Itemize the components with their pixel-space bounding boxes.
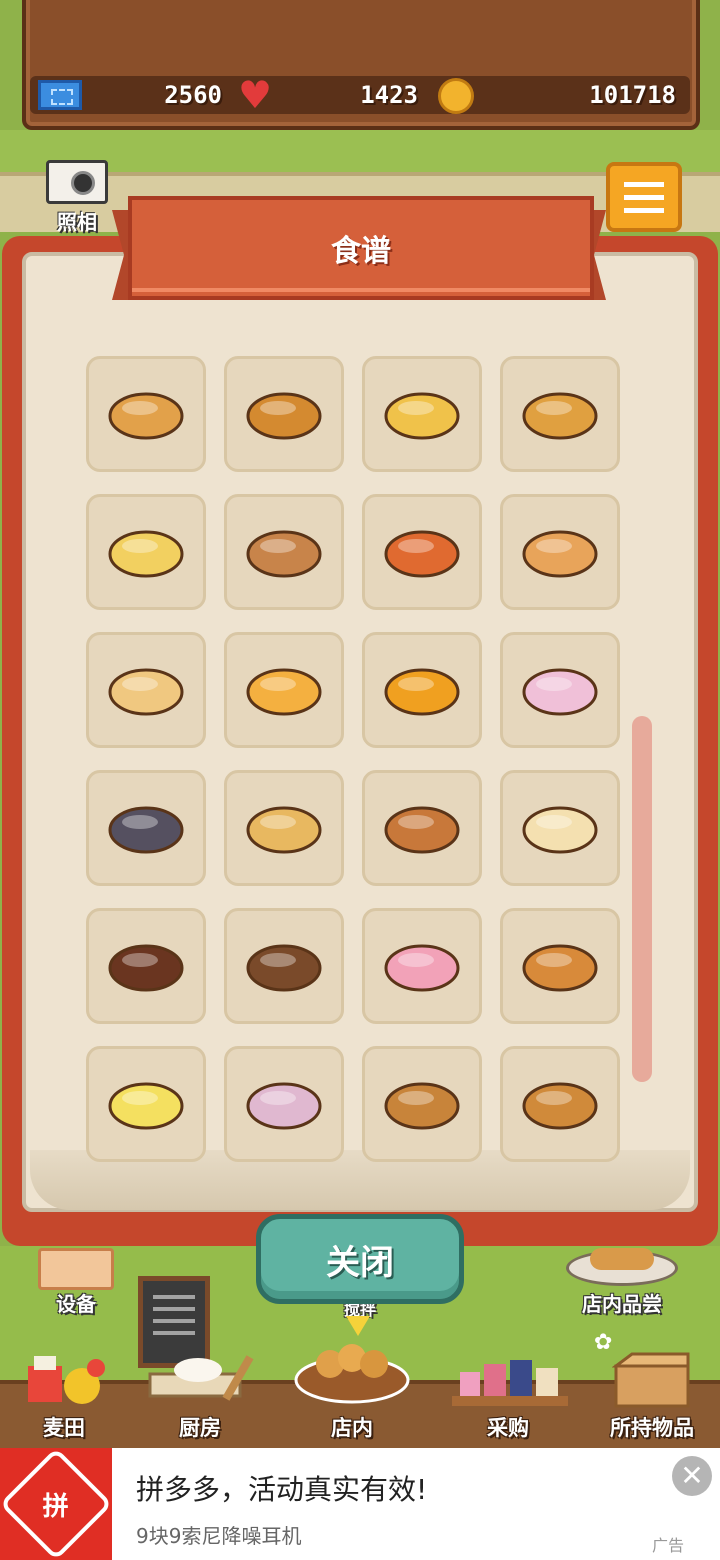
tasting-label[interactable]: 店内品尝 (566, 1288, 678, 1317)
pink-ghost-bun-icon (522, 668, 598, 716)
nav-purchase[interactable]: 采购 (468, 1412, 548, 1442)
recipe-slot[interactable] (362, 908, 482, 1024)
nav-wheat-field[interactable]: 麦田 (24, 1412, 104, 1442)
equipment-icon[interactable] (38, 1248, 114, 1290)
ad-subtitle[interactable]: 9块9索尼降噪耳机 (136, 1520, 301, 1549)
recipe-slot[interactable] (500, 908, 620, 1024)
baguette-icon (246, 392, 322, 440)
recipe-slot[interactable] (224, 1046, 344, 1162)
camera-button[interactable]: 照相 (42, 158, 112, 234)
ad-logo[interactable]: 拼 (0, 1447, 113, 1560)
close-button[interactable]: 关闭 (256, 1214, 464, 1304)
recipe-slot[interactable] (362, 1046, 482, 1162)
cream-pastry-icon (522, 392, 598, 440)
ad-tag: 广告 (652, 1536, 685, 1555)
ad-close-icon[interactable]: ✕ (672, 1456, 712, 1496)
lemon-tart-icon (108, 1082, 184, 1130)
recipe-slot[interactable] (86, 1046, 206, 1162)
reindeer-bun-icon (384, 806, 460, 854)
acorn-bread-icon (384, 1082, 460, 1130)
recipe-slot[interactable] (224, 356, 344, 472)
recipe-slot[interactable] (224, 908, 344, 1024)
cheese-bun-icon (108, 530, 184, 578)
camera-label: 照相 (57, 210, 97, 234)
menu-icon (624, 181, 664, 187)
santa-bun-icon (522, 806, 598, 854)
flower-decoration: ✿ (594, 1330, 613, 1355)
recipe-slot[interactable] (500, 494, 620, 610)
heart-cookie-icon (384, 944, 460, 992)
recipe-slot[interactable] (362, 356, 482, 472)
recipe-slot[interactable] (224, 770, 344, 886)
sandwich-stack-icon (108, 668, 184, 716)
recipe-slot[interactable] (86, 632, 206, 748)
recipe-slot[interactable] (224, 632, 344, 748)
recipe-slot[interactable] (362, 770, 482, 886)
veggie-bread-icon (246, 806, 322, 854)
recipe-slot[interactable] (86, 494, 206, 610)
ad-banner[interactable]: 拼 拼多多，活动真实有效! 9块9索尼降噪耳机 (0, 1447, 720, 1560)
recipe-slot[interactable] (500, 1046, 620, 1162)
equipment-label[interactable]: 设备 (40, 1288, 112, 1317)
pizza-bread-icon (384, 530, 460, 578)
black-cat-bun-icon (108, 806, 184, 854)
chocolate-cake-icon (108, 944, 184, 992)
heart-count: 1423 (360, 81, 418, 109)
nav-kitchen[interactable]: 厨房 (160, 1412, 240, 1442)
ad-logo-text: 拼 (42, 1491, 70, 1522)
rainbow-bread-icon (246, 1082, 322, 1130)
round-loaf-icon (246, 530, 322, 578)
ad-title[interactable]: 拼多多，活动真实有效! (136, 1468, 427, 1508)
nav-inventory[interactable]: 所持物品 (600, 1412, 704, 1442)
menu-button[interactable] (606, 162, 682, 232)
store-basket-icon[interactable] (294, 1336, 410, 1404)
ticket-count: 2560 (164, 81, 222, 109)
pie-icon (522, 1082, 598, 1130)
recipe-book-title: 食谱 (128, 196, 594, 300)
recipe-slot[interactable] (86, 356, 206, 472)
coin-count: 101718 (589, 81, 676, 109)
chick-bun-icon (246, 668, 322, 716)
recipe-slot[interactable] (86, 908, 206, 1024)
pumpkin-bread-icon (384, 668, 460, 716)
waffle-icon (108, 392, 184, 440)
inventory-box-icon[interactable] (611, 1352, 692, 1408)
recipe-slot[interactable] (362, 632, 482, 748)
melon-bread-icon (384, 392, 460, 440)
recipe-slot[interactable] (500, 632, 620, 748)
recipe-slot[interactable] (362, 494, 482, 610)
recipe-slot[interactable] (500, 356, 620, 472)
recipe-slot[interactable] (224, 494, 344, 610)
taiyaki-icon (522, 944, 598, 992)
recipe-scrollbar[interactable] (632, 716, 652, 1082)
camera-icon (46, 160, 108, 204)
shopping-shelf-icon[interactable] (452, 1356, 568, 1408)
recipe-slot[interactable] (86, 770, 206, 886)
tasting-bread-icon (590, 1248, 654, 1270)
kitchen-icon[interactable] (146, 1352, 256, 1408)
kouglof-icon (522, 530, 598, 578)
chocolate-cornet-icon (246, 944, 322, 992)
nav-store[interactable]: 店内 (312, 1412, 392, 1442)
wheat-field-icon[interactable] (22, 1352, 108, 1408)
recipe-slot[interactable] (500, 770, 620, 886)
